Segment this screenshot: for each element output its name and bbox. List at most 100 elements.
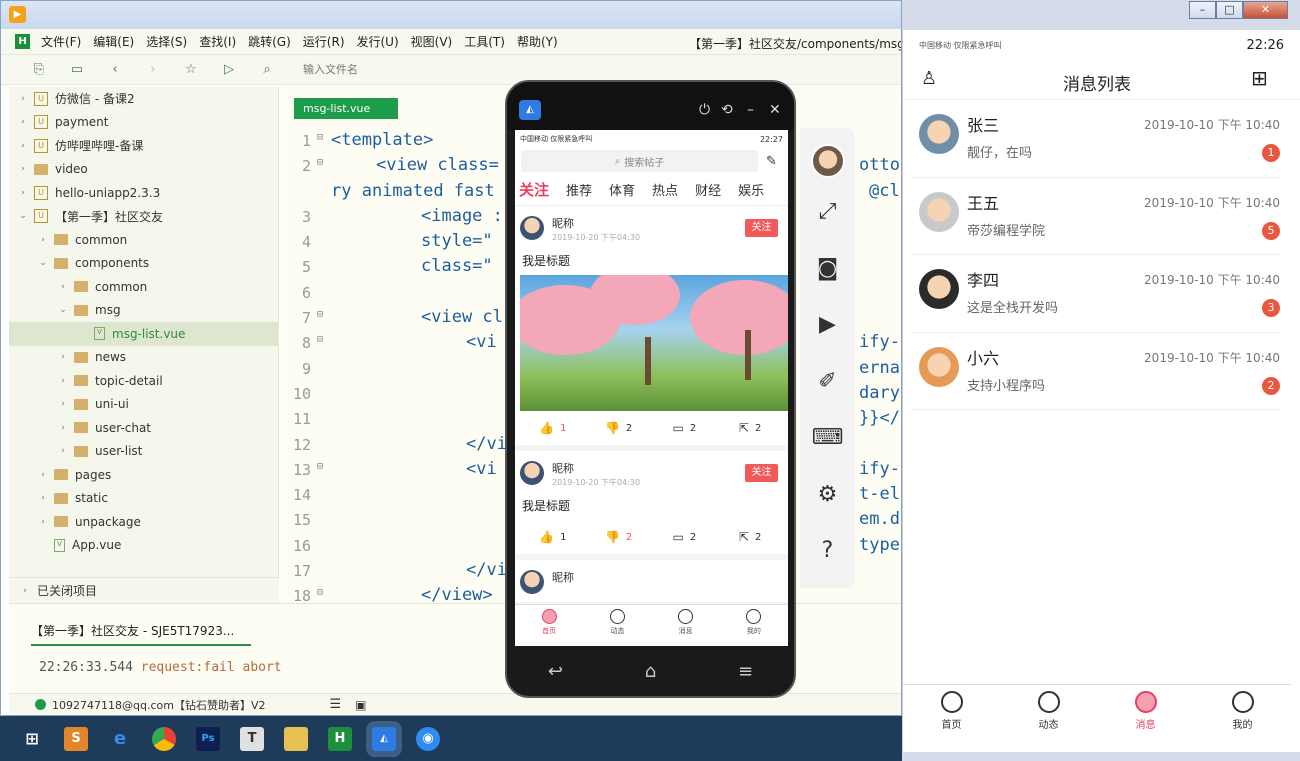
menu-item[interactable]: 发行(U) xyxy=(357,33,399,50)
power-icon[interactable]: ⏻ xyxy=(699,102,710,118)
grid-icon[interactable]: ⊞ xyxy=(1251,66,1268,90)
tab-2[interactable]: 体育 xyxy=(609,180,635,199)
terminal-icon[interactable]: ▣ xyxy=(355,698,366,712)
contact-avatar[interactable] xyxy=(919,346,959,387)
back-nav-icon[interactable]: ↩ xyxy=(548,661,563,682)
menu-item[interactable]: 编辑(E) xyxy=(93,33,134,50)
tree-item[interactable]: › U 仿微信 - 备课2 xyxy=(9,87,278,111)
meeting-icon[interactable]: ◉ xyxy=(416,726,440,751)
menu-item[interactable]: 查找(I) xyxy=(199,33,236,50)
tree-item[interactable]: › unpackage xyxy=(9,510,278,534)
sublime-icon[interactable]: S xyxy=(64,726,88,751)
contact-avatar[interactable] xyxy=(919,269,959,309)
fold-icon[interactable]: ⊟ xyxy=(317,587,323,598)
tree-item[interactable]: Vmsg-list.vue xyxy=(9,322,278,346)
help-icon[interactable]: ? xyxy=(800,523,855,580)
typora-icon[interactable]: T xyxy=(240,726,264,751)
close-icon[interactable]: ✕ xyxy=(769,102,781,118)
post-avatar[interactable] xyxy=(520,216,544,240)
tab-1[interactable]: 推荐 xyxy=(566,180,592,199)
fold-icon[interactable]: ⊟ xyxy=(317,157,323,168)
tree-item[interactable]: › static xyxy=(9,487,278,511)
tree-item[interactable]: › user-chat xyxy=(9,416,278,440)
editor-tab[interactable]: msg-list.vue xyxy=(294,98,398,119)
tree-item[interactable]: ⌄ msg xyxy=(9,299,278,323)
message-item[interactable]: 小六 支持小程序吗 2019-10-10 下午 10:40 2 xyxy=(911,333,1280,410)
record-icon[interactable]: ▶ xyxy=(800,297,855,354)
star-icon[interactable]: ☆ xyxy=(183,62,199,78)
edit-icon[interactable]: ✎ xyxy=(766,154,782,169)
share-button[interactable]: ⇱ 2 xyxy=(717,530,783,544)
closed-projects[interactable]: › 已关闭项目 xyxy=(9,577,279,603)
simulator-icon[interactable]: ◭ xyxy=(366,720,402,757)
dislike-button[interactable]: 👎 2 xyxy=(586,421,652,435)
comment-button[interactable]: ▭ 2 xyxy=(652,421,718,435)
post-author[interactable]: 昵称 xyxy=(552,460,574,476)
fold-icon[interactable]: ⊟ xyxy=(317,309,323,320)
tree-item[interactable]: › video xyxy=(9,158,278,182)
menu-item[interactable]: 文件(F) xyxy=(41,33,81,50)
post-card[interactable]: 昵称 2019-10-20 下午04:30 关注 我是标题 👍 1 👎 2 ▭ 2 ⇱ 2 xyxy=(515,451,788,560)
follow-button[interactable]: 关注 xyxy=(745,219,778,237)
fold-icon[interactable]: ⊟ xyxy=(317,132,323,143)
screenshot-icon[interactable]: ◙ xyxy=(800,241,855,298)
minimize-icon[interactable]: – xyxy=(747,102,754,118)
tree-item[interactable]: › news xyxy=(9,346,278,370)
tab-5[interactable]: 娱乐 xyxy=(738,180,764,199)
share-button[interactable]: ⇱ 2 xyxy=(717,421,783,435)
tree-item[interactable]: › topic-detail xyxy=(9,369,278,393)
photoshop-icon[interactable]: Ps xyxy=(196,726,220,751)
post-title[interactable]: 我是标题 xyxy=(522,497,783,514)
window-close-button[interactable]: ✕ xyxy=(1243,1,1288,19)
tree-item[interactable]: › uni-ui xyxy=(9,393,278,417)
console-tab[interactable]: 【第一季】社区交友 - SJE5T17923... xyxy=(31,622,251,646)
tab-0[interactable]: 首页 xyxy=(903,685,1000,740)
home-nav-icon[interactable]: ⌂ xyxy=(645,661,656,682)
save-icon[interactable]: ▭ xyxy=(69,62,85,78)
like-button[interactable]: 👍 1 xyxy=(520,421,586,435)
tab-2[interactable]: 消息 xyxy=(1097,685,1194,740)
post-image[interactable] xyxy=(520,275,788,411)
run-icon[interactable]: ▷ xyxy=(221,62,237,78)
follow-button[interactable]: 关注 xyxy=(745,464,778,482)
tab-4[interactable]: 财经 xyxy=(695,180,721,199)
rotate-icon[interactable]: ⟲ xyxy=(721,102,733,118)
window-minimize-button[interactable]: – xyxy=(1189,1,1216,19)
tree-item[interactable]: › Uhello-uniapp2.3.3 xyxy=(9,181,278,205)
comment-button[interactable]: ▭ 2 xyxy=(652,530,718,544)
tab-3[interactable]: 热点 xyxy=(652,180,678,199)
file-search-input[interactable] xyxy=(303,59,503,80)
file-explorer-icon[interactable] xyxy=(284,726,308,751)
menu-item[interactable]: 运行(R) xyxy=(303,33,345,50)
tree-item[interactable]: › pages xyxy=(9,463,278,487)
fold-icon[interactable]: ⊟ xyxy=(317,334,323,345)
search-box[interactable]: ⌕ 搜索帖子 xyxy=(521,150,758,172)
chrome-icon[interactable] xyxy=(152,726,176,751)
list-icon[interactable]: ☰ xyxy=(329,697,341,712)
preview-icon[interactable]: ⌕ xyxy=(259,62,275,78)
message-item[interactable]: 李四 这是全栈开发吗 2019-10-10 下午 10:40 3 xyxy=(911,255,1280,333)
edge-icon[interactable]: e xyxy=(108,727,132,751)
sim-tab-0[interactable]: 首页 xyxy=(515,605,583,646)
tree-item[interactable]: › user-list xyxy=(9,440,278,464)
post-avatar[interactable] xyxy=(520,461,544,485)
like-button[interactable]: 👍 1 xyxy=(520,530,586,544)
tree-item[interactable]: › Upayment xyxy=(9,111,278,135)
post-card[interactable]: 昵称 xyxy=(515,560,788,608)
fold-icon[interactable]: ⊟ xyxy=(317,461,323,472)
tree-item[interactable]: › U 仿哔哩哔哩-备课 xyxy=(9,134,278,158)
tab-0[interactable]: 关注 xyxy=(519,179,549,200)
user-avatar[interactable] xyxy=(810,144,845,178)
menu-item[interactable]: 工具(T) xyxy=(464,33,505,50)
menu-item[interactable]: 帮助(Y) xyxy=(517,33,558,50)
settings-icon[interactable]: ⚙ xyxy=(800,467,855,524)
fullscreen-icon[interactable]: ⤢ xyxy=(800,184,855,241)
menu-nav-icon[interactable]: ≡ xyxy=(738,661,753,682)
forward-icon[interactable]: › xyxy=(145,62,161,78)
menu-item[interactable]: 选择(S) xyxy=(146,33,187,50)
menu-item[interactable]: 跳转(G) xyxy=(248,33,291,50)
tab-3[interactable]: 我的 xyxy=(1194,685,1291,740)
tree-item[interactable]: › common xyxy=(9,228,278,252)
tab-1[interactable]: 动态 xyxy=(1000,685,1097,740)
sim-tab-1[interactable]: 动态 xyxy=(583,605,651,646)
